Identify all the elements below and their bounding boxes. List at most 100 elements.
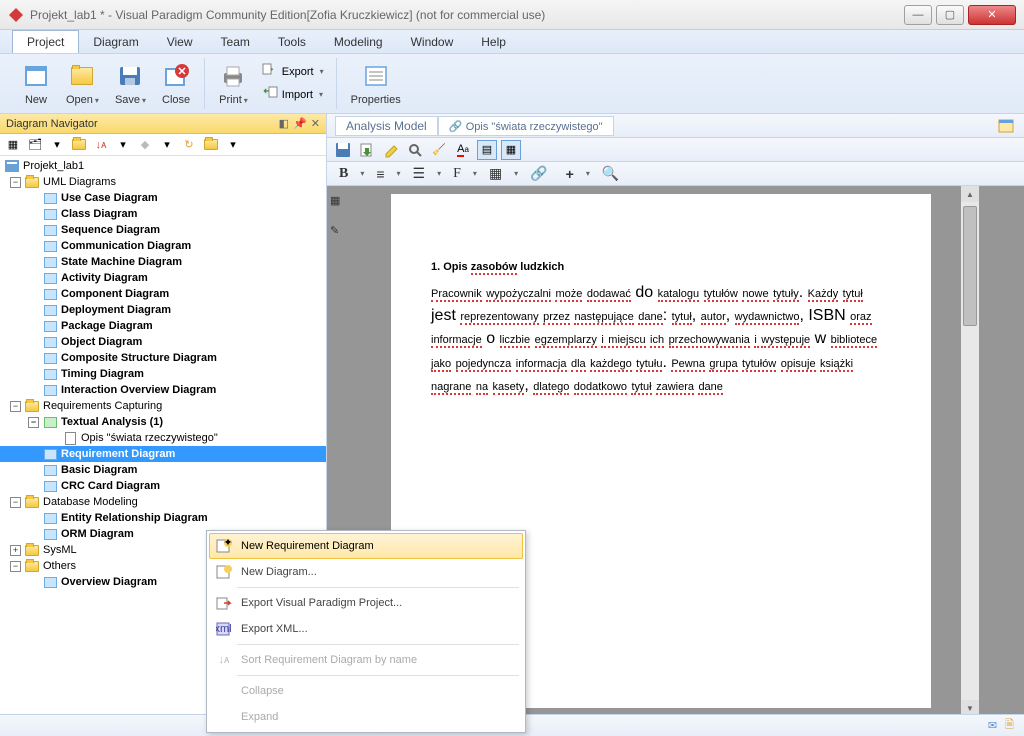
tree-item-requirement-diagram[interactable]: Requirement Diagram <box>0 446 326 462</box>
export-button[interactable]: Export ▾ <box>258 62 328 81</box>
diagram-icon <box>42 367 58 381</box>
scroll-up-icon[interactable]: ▲ <box>961 186 979 202</box>
nav-tree-icon[interactable]: 🗂 <box>26 136 44 154</box>
save-doc-icon[interactable] <box>333 140 353 160</box>
panel-close-icon[interactable]: ✕ <box>311 117 320 130</box>
properties-button[interactable]: Properties <box>345 58 407 108</box>
chevron-down-icon[interactable]: ▾ <box>473 169 477 178</box>
binoculars-icon[interactable]: 🔍 <box>596 163 625 184</box>
highlight-icon[interactable] <box>381 140 401 160</box>
tree-item[interactable]: Interaction Overview Diagram <box>0 382 326 398</box>
crumb-opis[interactable]: 🔗 Opis "świata rzeczywistego" <box>438 116 614 136</box>
tree-item-er-diagram[interactable]: Entity Relationship Diagram <box>0 510 326 526</box>
import-button[interactable]: Import ▾ <box>258 85 328 104</box>
tree-item[interactable]: Composite Structure Diagram <box>0 350 326 366</box>
print-button[interactable]: Print▾ <box>213 58 254 108</box>
tree-root[interactable]: Projekt_lab1 <box>0 158 326 174</box>
chevron-down-icon[interactable]: ▾ <box>397 169 401 178</box>
menu-team[interactable]: Team <box>207 31 264 53</box>
align-button[interactable]: ≡ <box>370 164 390 184</box>
tree-item[interactable]: Timing Diagram <box>0 366 326 382</box>
scroll-thumb[interactable] <box>963 206 977 326</box>
chevron-down-icon[interactable]: ▾ <box>114 136 132 154</box>
vertical-scrollbar[interactable]: ▲ ▼ <box>961 186 979 716</box>
chevron-down-icon[interactable]: ▾ <box>437 169 441 178</box>
view-mode-1-icon[interactable]: ▤ <box>477 140 497 160</box>
menu-tools[interactable]: Tools <box>264 31 320 53</box>
chevron-down-icon[interactable]: ▾ <box>360 169 364 178</box>
link-button[interactable]: 🔗 <box>524 163 553 184</box>
table-button[interactable]: ▦ <box>483 163 508 184</box>
collapse-icon[interactable]: − <box>10 497 21 508</box>
chevron-down-icon[interactable]: ▾ <box>224 136 242 154</box>
ctx-export-project[interactable]: Export Visual Paradigm Project... <box>209 590 523 616</box>
view-mode-2-icon[interactable]: ▦ <box>501 140 521 160</box>
pencil-icon[interactable]: ✎ <box>330 224 348 242</box>
expand-icon[interactable]: + <box>10 545 21 556</box>
tree-item-crc-diagram[interactable]: CRC Card Diagram <box>0 478 326 494</box>
font-color-icon[interactable]: Aa <box>453 140 473 160</box>
close-project-button[interactable]: ✕ Close <box>156 58 196 108</box>
list-button[interactable]: ☰ <box>407 163 432 184</box>
ctx-new-diagram[interactable]: New Diagram... <box>209 559 523 585</box>
clear-icon[interactable]: 🧹 <box>429 140 449 160</box>
mail-icon[interactable]: ✉ <box>988 719 997 732</box>
ctx-export-xml[interactable]: xml Export XML... <box>209 616 523 642</box>
grid-icon[interactable]: ▦ <box>330 194 348 212</box>
tree-group-requirements[interactable]: − Requirements Capturing <box>0 398 326 414</box>
font-button[interactable]: F <box>447 164 467 184</box>
tree-item[interactable]: Activity Diagram <box>0 270 326 286</box>
panel-pin-icon[interactable]: 📌 <box>293 117 307 130</box>
save-button[interactable]: Save▾ <box>109 58 152 108</box>
import-doc-icon[interactable] <box>357 140 377 160</box>
ctx-new-requirement-diagram[interactable]: ✦ New Requirement Diagram <box>209 533 523 559</box>
tree-item[interactable]: Use Case Diagram <box>0 190 326 206</box>
menu-help[interactable]: Help <box>467 31 520 53</box>
nav-new-icon[interactable]: ▦ <box>4 136 22 154</box>
menu-window[interactable]: Window <box>397 31 468 53</box>
nav-open-icon[interactable] <box>202 136 220 154</box>
tree-item[interactable]: Object Diagram <box>0 334 326 350</box>
collapse-icon[interactable]: − <box>28 417 39 428</box>
close-button[interactable]: ✕ <box>968 5 1016 25</box>
chevron-down-icon[interactable]: ▾ <box>514 169 518 178</box>
switch-view-icon[interactable] <box>996 116 1016 136</box>
find-icon[interactable] <box>405 140 425 160</box>
tree-item[interactable]: Deployment Diagram <box>0 302 326 318</box>
tree-item[interactable]: Class Diagram <box>0 206 326 222</box>
doc-icon <box>62 431 78 445</box>
menu-diagram[interactable]: Diagram <box>79 31 152 53</box>
new-button[interactable]: New <box>16 58 56 108</box>
tree-item[interactable]: Communication Diagram <box>0 238 326 254</box>
tree-item-opis[interactable]: Opis "świata rzeczywistego" <box>0 430 326 446</box>
tree-item[interactable]: Package Diagram <box>0 318 326 334</box>
chevron-down-icon[interactable]: ▾ <box>48 136 66 154</box>
tree-group-database[interactable]: − Database Modeling <box>0 494 326 510</box>
collapse-icon[interactable]: − <box>10 401 21 412</box>
collapse-icon[interactable]: − <box>10 561 21 572</box>
nav-folder-icon[interactable] <box>70 136 88 154</box>
tree-item-basic-diagram[interactable]: Basic Diagram <box>0 462 326 478</box>
chevron-down-icon[interactable]: ▾ <box>158 136 176 154</box>
tree-group-uml[interactable]: − UML Diagrams <box>0 174 326 190</box>
nav-up-icon[interactable]: ◆ <box>136 136 154 154</box>
add-button[interactable]: + <box>560 164 580 184</box>
nav-sort-icon[interactable]: ↓ᴀ <box>92 136 110 154</box>
collapse-icon[interactable]: − <box>10 177 21 188</box>
tree-item[interactable]: Sequence Diagram <box>0 222 326 238</box>
panel-dock-icon[interactable]: ◧ <box>279 117 289 130</box>
tree-item[interactable]: State Machine Diagram <box>0 254 326 270</box>
bold-button[interactable]: B <box>333 164 354 184</box>
open-button[interactable]: Open▾ <box>60 58 105 108</box>
tree-item[interactable]: Component Diagram <box>0 286 326 302</box>
maximize-button[interactable]: ▢ <box>936 5 964 25</box>
nav-refresh-icon[interactable]: ↻ <box>180 136 198 154</box>
note-icon[interactable]: 🗎 <box>1005 716 1014 735</box>
tree-item-textual-analysis[interactable]: − Textual Analysis (1) <box>0 414 326 430</box>
minimize-button[interactable]: — <box>904 5 932 25</box>
menu-project[interactable]: Project <box>12 30 79 53</box>
menu-modeling[interactable]: Modeling <box>320 31 397 53</box>
crumb-analysis-model[interactable]: Analysis Model <box>335 116 438 136</box>
menu-view[interactable]: View <box>153 31 207 53</box>
chevron-down-icon[interactable]: ▾ <box>586 169 590 178</box>
